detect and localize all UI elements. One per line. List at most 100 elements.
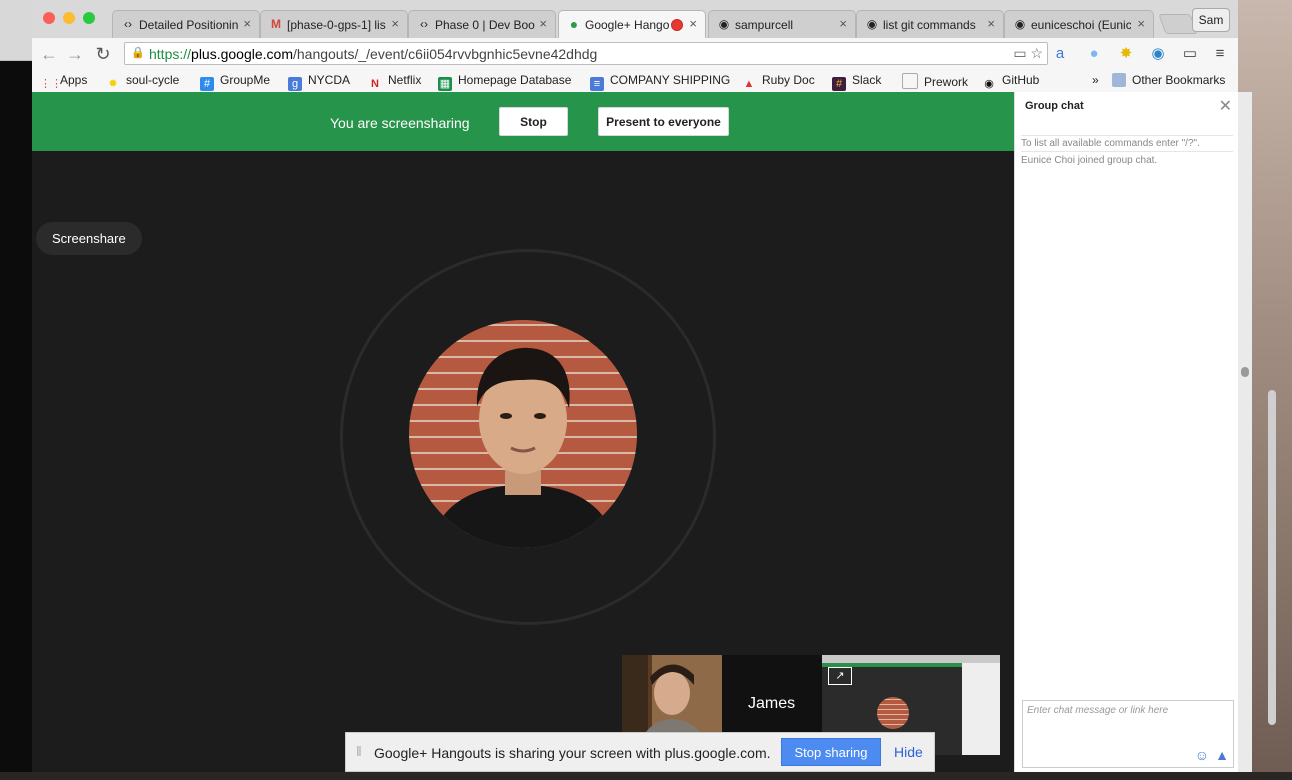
profile-button[interactable]: Sam [1192, 8, 1230, 32]
bookmark-netflix[interactable]: N Netflix [368, 73, 421, 91]
chat-input-placeholder: Enter chat message or link here [1027, 705, 1169, 716]
tab-label: Phase 0 | Dev Boo [435, 18, 535, 32]
bookmark-apps[interactable]: ⋮⋮Apps [40, 73, 87, 91]
bookmarks-overflow-button[interactable]: » [1092, 73, 1099, 87]
drag-handle-icon[interactable]: ‖ [356, 743, 362, 759]
close-icon[interactable]: × [987, 16, 995, 31]
scrollbar-thumb[interactable] [1241, 367, 1249, 377]
chat-message: To list all available commands enter "/?… [1021, 135, 1233, 152]
docs-icon: ≡ [590, 77, 604, 91]
sun-icon: ✹ [108, 78, 118, 90]
close-window-button[interactable] [43, 12, 55, 24]
tab-label: Google+ Hango [585, 18, 670, 32]
close-icon[interactable]: × [243, 16, 251, 31]
cast-icon[interactable]: ▭ [1180, 44, 1200, 64]
sharing-notice-text: Google+ Hangouts is sharing your screen … [374, 745, 771, 761]
share-arrow-icon: ↗ [828, 667, 852, 685]
menu-icon[interactable]: ≡ [1210, 44, 1230, 64]
tab-label: Detailed Positionin [139, 18, 239, 32]
github-icon: ◉ [866, 17, 878, 31]
tab-detailed-positioning[interactable]: ‹› Detailed Positionin × [112, 10, 260, 38]
screenshare-status-text: You are screensharing [330, 115, 470, 131]
lock-icon: 🔒 [131, 47, 145, 59]
tab-label: [phase-0-gps-1] lis [287, 18, 386, 32]
tab-gmail[interactable]: M [phase-0-gps-1] lis × [260, 10, 408, 38]
close-icon[interactable]: × [1137, 16, 1145, 31]
browser-window: ‹› Detailed Positionin × M [phase-0-gps-… [32, 0, 1238, 772]
tab-list-git-commands[interactable]: ◉ list git commands × [856, 10, 1004, 38]
tab-hangouts[interactable]: ● Google+ Hango × [558, 10, 706, 38]
bookmark-star-icon[interactable]: ☆ [1030, 45, 1043, 61]
apps-grid-icon: ⋮⋮ [40, 78, 62, 90]
person-illustration [429, 347, 617, 548]
other-bookmarks-folder[interactable]: Other Bookmarks [1112, 73, 1225, 87]
minimize-window-button[interactable] [63, 12, 75, 24]
netflix-icon: N [371, 78, 379, 90]
present-to-everyone-button[interactable]: Present to everyone [598, 107, 729, 136]
back-arrow-icon[interactable]: ← [38, 43, 60, 65]
close-icon[interactable]: × [689, 16, 697, 31]
forward-arrow-icon[interactable]: → [64, 43, 86, 65]
url-text: https://plus.google.com/hangouts/_/event… [149, 46, 598, 62]
address-bar-icons: ▭ ☆ [1013, 45, 1043, 62]
bookmark-slack[interactable]: # Slack [832, 73, 881, 91]
avatar-thumbnail [877, 697, 909, 729]
bookmark-github[interactable]: ◉ GitHub [982, 73, 1039, 91]
close-icon[interactable]: ✕ [1219, 96, 1232, 116]
github-icon: ◉ [718, 17, 730, 31]
pin-extension-icon[interactable]: ● [1084, 44, 1104, 64]
page-scrollbar[interactable] [1238, 92, 1252, 772]
zoom-window-button[interactable] [83, 12, 95, 24]
github-icon: ◉ [984, 78, 994, 90]
video-stage: Screenshare James ↗ ‖ Google+ Hangouts i… [32, 151, 1014, 772]
close-icon[interactable]: × [391, 16, 399, 31]
github-icon: ◉ [1014, 17, 1026, 31]
tab-label: euniceschoi (Eunic [1031, 18, 1131, 32]
folder-icon [1112, 73, 1126, 87]
circle-extension-icon[interactable]: ◉ [1148, 44, 1168, 64]
thumb-icon: ▲ [743, 78, 755, 90]
chat-input[interactable]: Enter chat message or link here ☺ ▲ [1022, 700, 1234, 768]
tab-sampurcell[interactable]: ◉ sampurcell × [708, 10, 856, 38]
bookmark-ruby-doc[interactable]: ▲ Ruby Doc [742, 73, 815, 91]
amazon-extension-icon[interactable]: a [1050, 44, 1070, 64]
screen-sharing-notice: ‖ Google+ Hangouts is sharing your scree… [345, 732, 935, 772]
groupme-icon: # [200, 77, 214, 91]
background-window [0, 0, 32, 61]
chat-message: Eunice Choi joined group chat. [1021, 155, 1158, 166]
background-scrollbar [1268, 390, 1276, 725]
bookmark-groupme[interactable]: # GroupMe [200, 73, 270, 91]
stop-sharing-button[interactable]: Stop sharing [781, 738, 881, 766]
recording-icon [671, 19, 683, 31]
tab-dev-bootcamp[interactable]: ‹› Phase 0 | Dev Boo × [408, 10, 556, 38]
bookmark-nycda[interactable]: g NYCDA [288, 73, 350, 91]
stop-button[interactable]: Stop [499, 107, 568, 136]
chat-title: Group chat [1025, 100, 1084, 112]
bookmark-homepage-database[interactable]: ▦ Homepage Database [438, 73, 571, 91]
slack-icon: # [832, 77, 846, 91]
participant-avatar [409, 320, 637, 548]
bookmark-soul-cycle[interactable]: ✹ soul-cycle [106, 73, 179, 91]
emoji-icon[interactable]: ☺ [1195, 747, 1209, 763]
gmail-icon: M [271, 17, 281, 31]
reload-icon[interactable]: ↻ [92, 43, 114, 65]
toolbar: ← → ↻ 🔒 https://plus.google.com/hangouts… [32, 38, 1238, 70]
page-icon [902, 73, 918, 89]
desktop-background-left [0, 0, 32, 780]
camera-icon[interactable]: ▭ [1013, 45, 1026, 61]
code-icon: ‹› [420, 17, 428, 31]
code-icon: ‹› [124, 17, 132, 31]
bookmark-prework[interactable]: Prework [902, 73, 968, 89]
hangouts-icon: ● [569, 16, 579, 32]
bookmark-company-shipping[interactable]: ≡ COMPANY SHIPPING [590, 73, 730, 91]
hide-notice-link[interactable]: Hide [894, 744, 923, 760]
tab-label: sampurcell [735, 18, 794, 32]
sheets-icon: ▦ [438, 77, 452, 91]
tab-euniceschoi[interactable]: ◉ euniceschoi (Eunic × [1004, 10, 1154, 38]
star-extension-icon[interactable]: ✸ [1116, 44, 1136, 64]
address-bar[interactable]: 🔒 https://plus.google.com/hangouts/_/eve… [124, 42, 1048, 65]
close-icon[interactable]: × [539, 16, 547, 31]
close-icon[interactable]: × [839, 16, 847, 31]
screenshare-label: Screenshare [36, 222, 142, 255]
drive-icon[interactable]: ▲ [1215, 747, 1229, 763]
